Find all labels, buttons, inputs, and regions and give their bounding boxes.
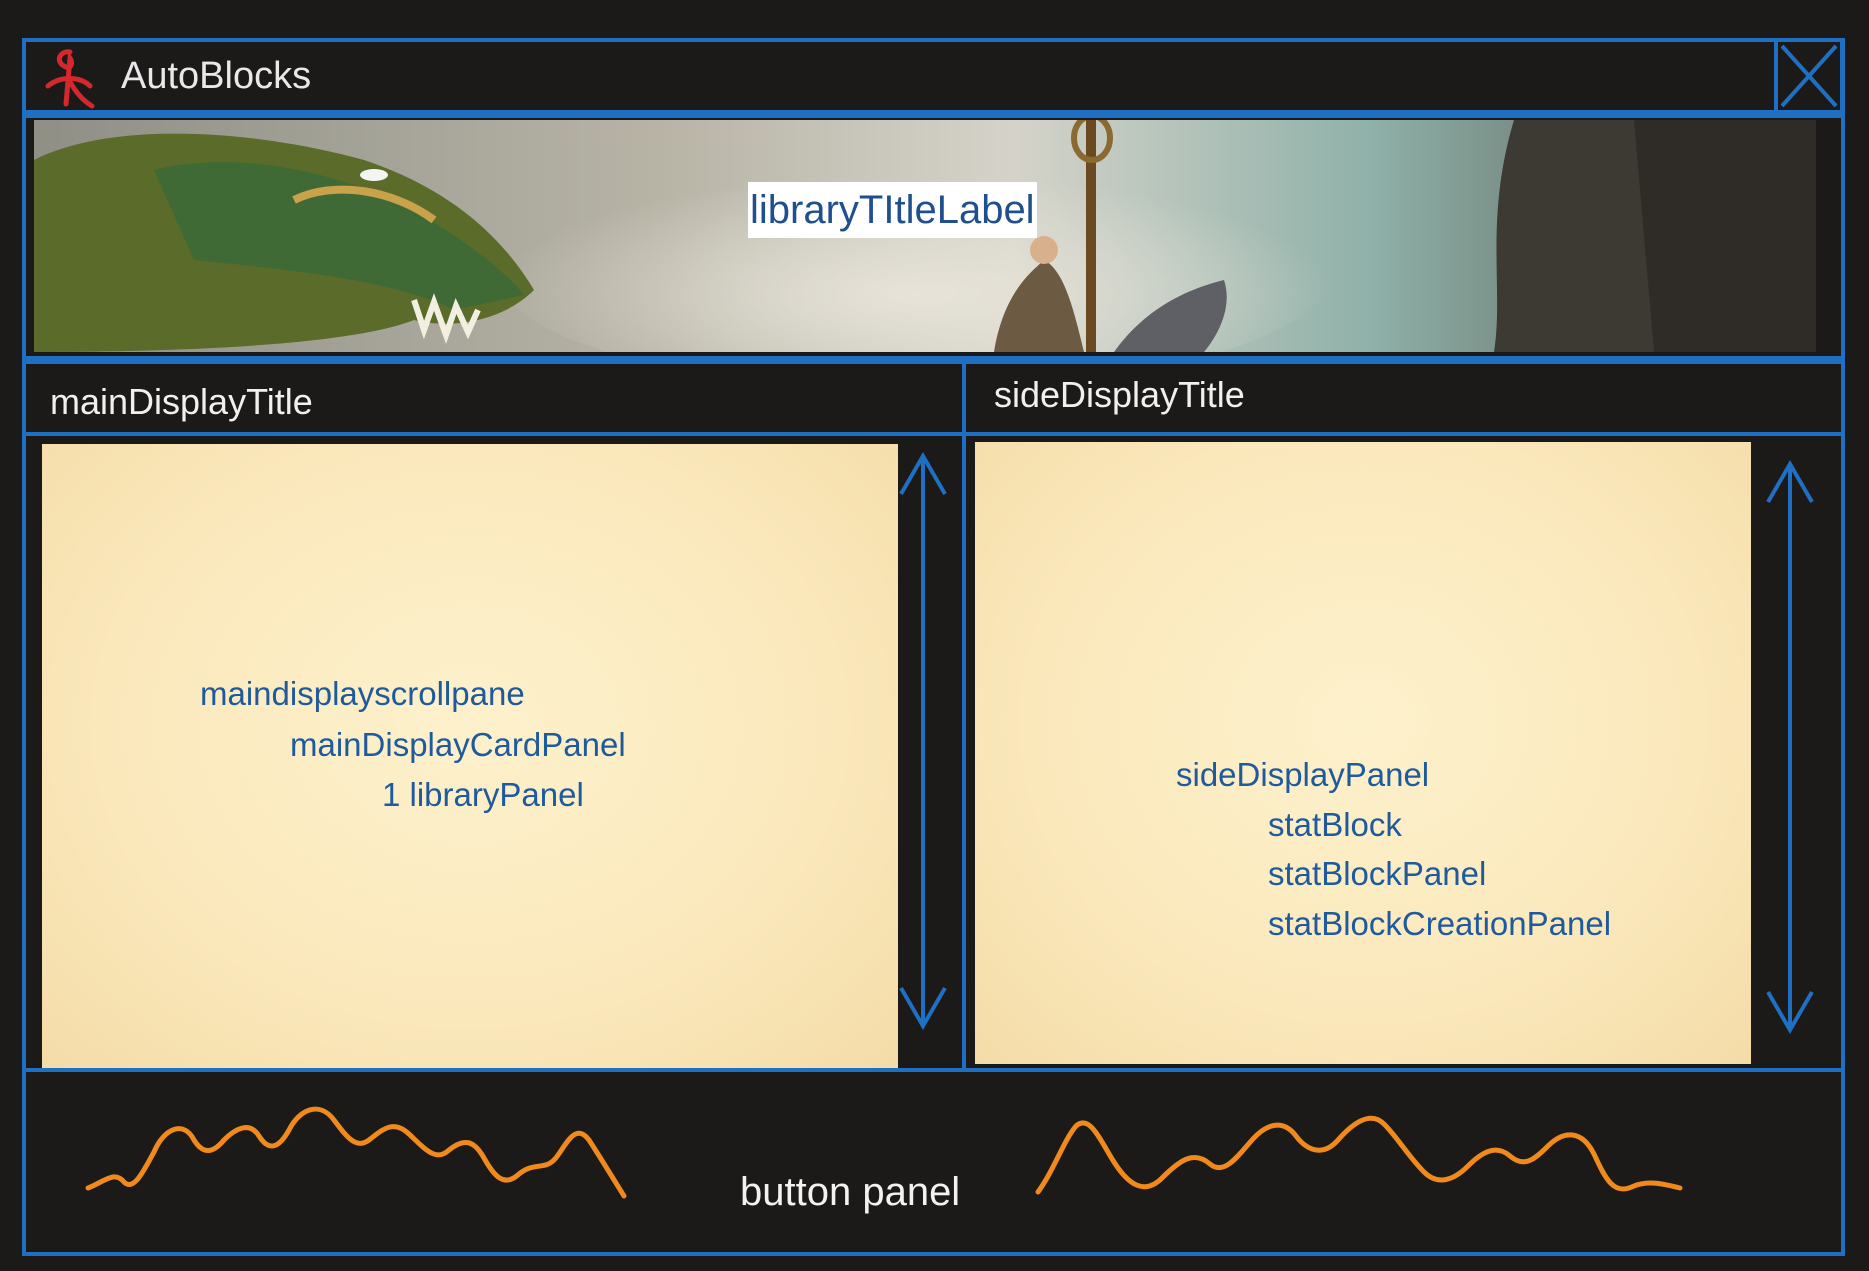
app-logo-icon xyxy=(45,49,95,109)
button-panel-label: button panel xyxy=(740,1170,961,1214)
main-panel-line: maindisplayscrollpane xyxy=(200,675,525,712)
main-scroll-arrow-icon[interactable] xyxy=(898,448,948,1034)
button-placeholder-squiggle-left-icon xyxy=(85,1106,627,1199)
side-scroll-arrow-icon[interactable] xyxy=(1765,456,1815,1038)
side-panel-line: statBlock xyxy=(1268,806,1402,843)
main-display-title: mainDisplayTitle xyxy=(50,381,313,422)
side-panel-line: sideDisplayPanel xyxy=(1176,756,1430,793)
library-title-label: libraryTItleLabel xyxy=(748,182,1037,238)
close-x-icon xyxy=(1780,44,1838,108)
button-placeholder-squiggle-right-icon xyxy=(1035,1115,1683,1195)
app-title: AutoBlocks xyxy=(121,55,312,97)
side-display-title: sideDisplayTitle xyxy=(994,374,1245,415)
main-panel-line: 1 libraryPanel xyxy=(382,776,584,813)
main-panel-line: mainDisplayCardPanel xyxy=(290,726,626,763)
side-panel-line: statBlockCreationPanel xyxy=(1268,905,1612,942)
side-display-panel xyxy=(975,442,1751,1064)
close-button[interactable] xyxy=(1774,38,1844,114)
side-panel-line: statBlockPanel xyxy=(1268,855,1487,892)
